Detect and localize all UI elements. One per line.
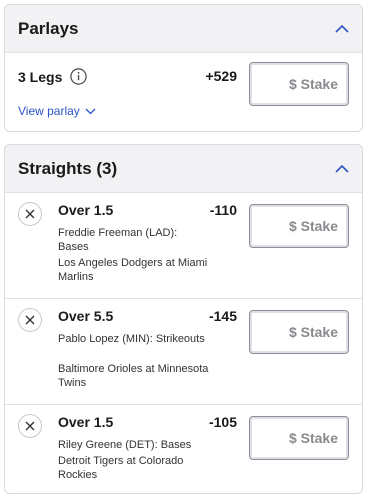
bet-game: Los Angeles Dodgers at Miami Marlins xyxy=(58,257,208,283)
bet-stake-input[interactable]: $ Stake xyxy=(249,416,349,460)
parlay-row: 3 Legs +529 View parlay $ Stake xyxy=(5,53,362,131)
chevron-up-icon[interactable] xyxy=(334,21,350,37)
remove-bet-button[interactable] xyxy=(18,308,42,332)
bet-pick: Over 1.5 xyxy=(58,202,114,218)
parlays-section: Parlays 3 Legs +529 View parlay $ Stake xyxy=(4,4,363,132)
view-parlay-label: View parlay xyxy=(18,104,80,118)
bet-odds: -145 xyxy=(208,308,237,324)
parlays-title: Parlays xyxy=(18,18,79,38)
bet-odds: -110 xyxy=(209,202,237,218)
bet-player: Riley Greene (DET): Bases xyxy=(58,439,192,451)
straight-bet-row: Over 5.5 -145 Pablo Lopez (MIN): Strikeo… xyxy=(5,299,362,405)
parlay-odds: +529 xyxy=(205,68,237,84)
info-icon[interactable] xyxy=(70,68,88,85)
chevron-down-icon xyxy=(85,108,96,115)
view-parlay-link[interactable]: View parlay xyxy=(18,104,96,118)
straight-bet-row: Over 1.5 -105 Riley Greene (DET): Bases … xyxy=(5,405,362,493)
parlays-header[interactable]: Parlays xyxy=(5,5,362,53)
straights-header[interactable]: Straights (3) xyxy=(5,145,362,193)
remove-bet-button[interactable] xyxy=(18,202,42,226)
bet-stake-input[interactable]: $ Stake xyxy=(249,204,349,248)
bet-game: Baltimore Orioles at Minnesota Twins xyxy=(58,363,209,389)
parlay-stake-input[interactable]: $ Stake xyxy=(249,62,349,106)
close-icon xyxy=(25,421,35,431)
straight-bet-row: Over 1.5 -110 Freddie Freeman (LAD): Bas… xyxy=(5,193,362,299)
straights-title: Straights (3) xyxy=(18,158,118,178)
bet-player: Pablo Lopez (MIN): Strikeouts xyxy=(58,333,205,345)
chevron-up-icon[interactable] xyxy=(334,161,350,177)
close-icon xyxy=(25,209,35,219)
straights-section: Straights (3) Over 1.5 -110 Freddie Free… xyxy=(4,144,363,494)
remove-bet-button[interactable] xyxy=(18,414,42,438)
bet-stake-input[interactable]: $ Stake xyxy=(249,310,349,354)
bet-odds: -105 xyxy=(208,414,237,430)
bet-pick: Over 5.5 xyxy=(58,308,114,324)
close-icon xyxy=(25,315,35,325)
parlay-legs-label: 3 Legs xyxy=(18,68,63,85)
bet-game: Detroit Tigers at Colorado Rockies xyxy=(58,455,184,481)
bet-player: Freddie Freeman (LAD): Bases xyxy=(58,227,178,253)
bet-pick: Over 1.5 xyxy=(58,414,114,430)
parlay-legs: 3 Legs xyxy=(18,68,88,85)
